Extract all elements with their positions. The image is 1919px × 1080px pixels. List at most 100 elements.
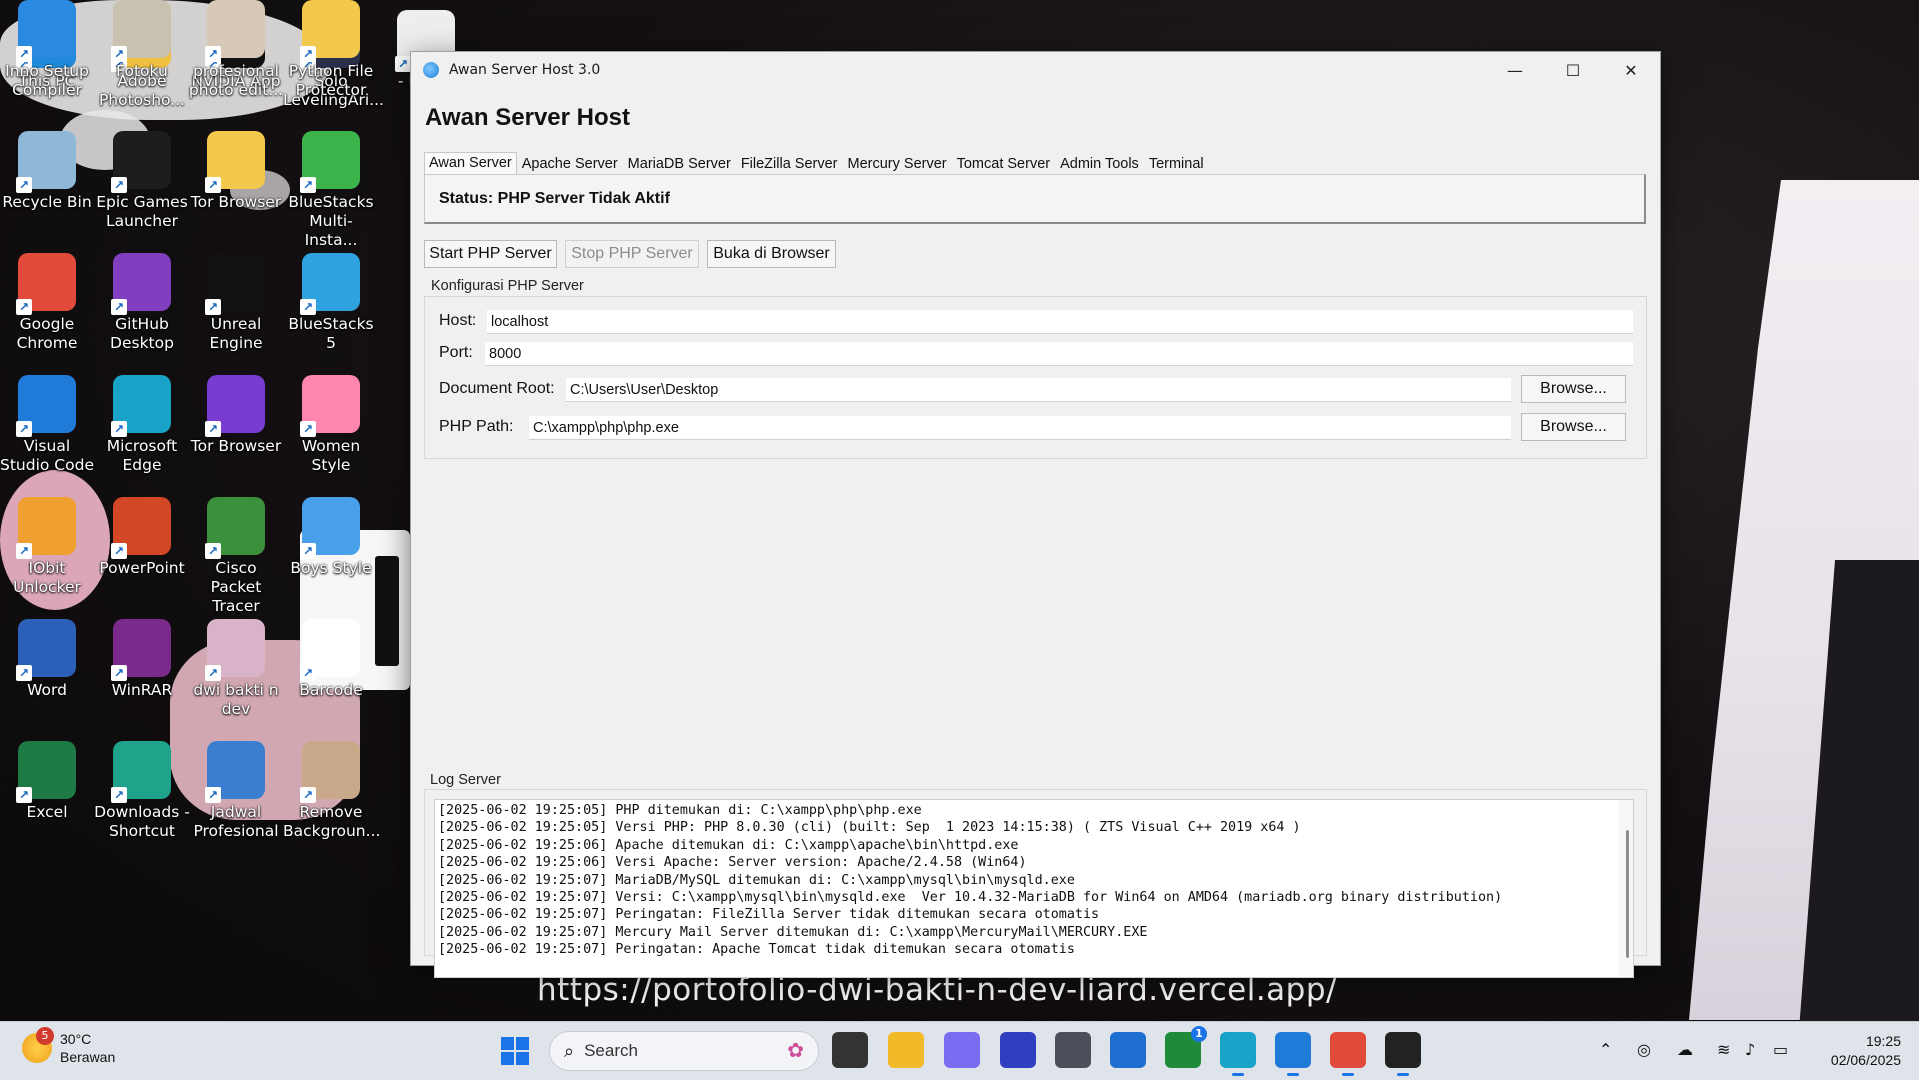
desktop-icon-label: Downloads - Shortcut <box>94 803 190 840</box>
log-scrollbar[interactable] <box>1619 800 1633 977</box>
host-input[interactable] <box>487 310 1633 334</box>
log-text-area[interactable]: [2025-06-02 19:25:05] PHP ditemukan di: … <box>434 799 1634 978</box>
running-indicator <box>1342 1073 1354 1076</box>
taskbar-app-designer[interactable] <box>1000 1032 1036 1068</box>
title-bar[interactable]: Awan Server Host 3.0 — ☐ ✕ <box>411 52 1660 88</box>
app-window: Awan Server Host 3.0 — ☐ ✕ Awan Server H… <box>410 51 1661 978</box>
desktop-icon[interactable]: ↗ GitHub Desktop <box>94 253 190 353</box>
desktop-icon[interactable]: ↗ Excel <box>0 741 95 822</box>
shortcut-arrow-icon: ↗ <box>205 665 221 681</box>
stop-php-server-button[interactable]: Stop PHP Server <box>565 240 699 268</box>
cloud-offline-icon[interactable]: ☁ <box>1677 1040 1693 1059</box>
shortcut-arrow-icon: ↗ <box>395 56 411 72</box>
taskbar-app-xbox[interactable]: 1 <box>1165 1026 1207 1068</box>
desktop-icon-label: Fotoku <box>116 62 168 80</box>
close-button[interactable]: ✕ <box>1602 52 1660 88</box>
shortcut-arrow-icon: ↗ <box>111 46 127 62</box>
wifi-icon[interactable]: ≋ <box>1717 1040 1730 1059</box>
search-placeholder: Search <box>584 1041 638 1060</box>
taskbar-app-chrome[interactable] <box>1330 1032 1366 1076</box>
tab-terminal[interactable]: Terminal <box>1144 153 1209 174</box>
taskbar-search[interactable]: ⌕ Search ✿ <box>549 1031 819 1071</box>
php-path-input[interactable] <box>529 416 1511 440</box>
taskbar-app-feather-app[interactable] <box>1385 1032 1421 1076</box>
taskbar-app-file-explorer[interactable] <box>888 1032 924 1068</box>
system-clock[interactable]: 19:25 02/06/2025 <box>1831 1032 1901 1070</box>
battery-icon[interactable]: ▭ <box>1773 1040 1788 1059</box>
volume-icon[interactable]: ♪ <box>1745 1040 1755 1059</box>
shortcut-arrow-icon: ↗ <box>205 299 221 315</box>
desktop-icon[interactable]: ↗ Remove Backgroun... <box>283 741 380 841</box>
port-label: Port: <box>439 344 473 361</box>
taskbar-app-copilot[interactable] <box>944 1032 980 1068</box>
php-path-browse-button[interactable]: Browse... <box>1521 413 1626 441</box>
tab-tomcat-server[interactable]: Tomcat Server <box>952 153 1055 174</box>
desktop-icon[interactable]: ↗ profesional photo edit... <box>188 0 284 100</box>
document-root-input[interactable] <box>566 378 1511 402</box>
taskbar-app-microsoft-store[interactable] <box>1110 1032 1146 1068</box>
start-php-server-button[interactable]: Start PHP Server <box>424 240 557 268</box>
desktop-icon[interactable]: ↗ IObit Unlocker <box>0 497 95 597</box>
tab-mariadb-server[interactable]: MariaDB Server <box>623 153 736 174</box>
chevron-up-icon[interactable]: ⌃ <box>1599 1040 1612 1059</box>
desktop-icon[interactable]: ↗ Downloads - Shortcut <box>94 741 190 841</box>
shortcut-arrow-icon: ↗ <box>16 665 32 681</box>
desktop-icon[interactable]: ↗ dwi bakti n dev <box>188 619 284 719</box>
log-group-title: Log Server <box>430 772 501 788</box>
desktop-icon[interactable]: ↗ Visual Studio Code <box>0 375 95 475</box>
desktop-icon[interactable]: ↗ WinRAR <box>94 619 190 700</box>
desktop-icon[interactable]: ↗ Jadwal Profesional <box>188 741 284 841</box>
desktop-icon[interactable]: ↗ Recycle Bin <box>0 131 95 212</box>
document-root-browse-button[interactable]: Browse... <box>1521 375 1626 403</box>
app-icon: ↗ <box>300 375 360 437</box>
shortcut-arrow-icon: ↗ <box>300 299 316 315</box>
desktop-icon[interactable]: ↗ Epic Games Launcher <box>94 131 190 231</box>
desktop-icon[interactable]: ↗ Word <box>0 619 95 700</box>
desktop-icon[interactable]: ↗ Fotoku <box>94 0 190 81</box>
windows-logo-tile <box>501 1037 514 1050</box>
log-scrollbar-thumb[interactable] <box>1626 830 1629 958</box>
desktop-icon[interactable]: ↗ Google Chrome <box>0 253 95 353</box>
shortcut-arrow-icon: ↗ <box>16 421 32 437</box>
desktop-icon[interactable]: ↗ Inno Setup Compiler <box>0 0 95 100</box>
taskbar-app-task-view[interactable] <box>832 1032 868 1068</box>
start-button[interactable] <box>501 1037 529 1065</box>
desktop-icon[interactable]: ↗ Microsoft Edge <box>94 375 190 475</box>
desktop-icon-label: Word <box>27 681 67 699</box>
desktop-icon[interactable]: ↗ Barcode <box>283 619 379 700</box>
running-indicator <box>1397 1073 1409 1076</box>
running-indicator <box>1232 1073 1244 1076</box>
taskbar-app-cube-app[interactable] <box>1055 1032 1091 1068</box>
desktop-icon-label: Visual Studio Code <box>0 437 94 474</box>
tab-bar: Awan Server Apache Server MariaDB Server… <box>424 150 1209 175</box>
desktop-icon-label: Women Style <box>301 437 361 474</box>
shortcut-arrow-icon: ↗ <box>111 543 127 559</box>
desktop-icon[interactable]: ↗ Unreal Engine <box>188 253 284 353</box>
tab-filezilla-server[interactable]: FileZilla Server <box>736 153 843 174</box>
desktop-icon-label: Python File Protector <box>288 62 374 99</box>
defender-icon[interactable]: ◎ <box>1637 1040 1651 1059</box>
desktop-icon[interactable]: ↗ Python File Protector <box>283 0 379 100</box>
desktop-icon[interactable]: ↗ BlueStacks Multi-Insta... <box>283 131 379 250</box>
desktop-icon[interactable]: ↗ PowerPoint <box>94 497 190 578</box>
tab-awan-server[interactable]: Awan Server <box>424 152 517 175</box>
port-input[interactable] <box>485 342 1633 366</box>
desktop-icon[interactable]: ↗ Cisco Packet Tracer <box>188 497 284 616</box>
desktop-icon[interactable]: ↗ Boys Style <box>283 497 379 578</box>
maximize-button[interactable]: ☐ <box>1544 52 1602 88</box>
open-in-browser-button[interactable]: Buka di Browser <box>707 240 836 268</box>
notification-badge: 1 <box>1191 1026 1207 1042</box>
minimize-button[interactable]: — <box>1486 52 1544 88</box>
unreal-icon: ↗ <box>205 253 265 315</box>
tab-apache-server[interactable]: Apache Server <box>517 153 623 174</box>
github-icon: ↗ <box>111 253 171 315</box>
desktop-icon[interactable]: ↗ Women Style <box>283 375 379 475</box>
taskbar-app-vscode[interactable] <box>1275 1032 1311 1076</box>
tab-mercury-server[interactable]: Mercury Server <box>843 153 952 174</box>
taskbar-app-edge[interactable] <box>1220 1032 1256 1076</box>
desktop-icon[interactable]: ↗ Tor Browser <box>188 375 284 456</box>
desktop-icon[interactable]: ↗ BlueStacks 5 <box>283 253 379 353</box>
weather-widget[interactable]: 5 30°C Berawan <box>22 1027 115 1066</box>
desktop-icon[interactable]: ↗ Tor Browser <box>188 131 284 212</box>
tab-admin-tools[interactable]: Admin Tools <box>1055 153 1144 174</box>
